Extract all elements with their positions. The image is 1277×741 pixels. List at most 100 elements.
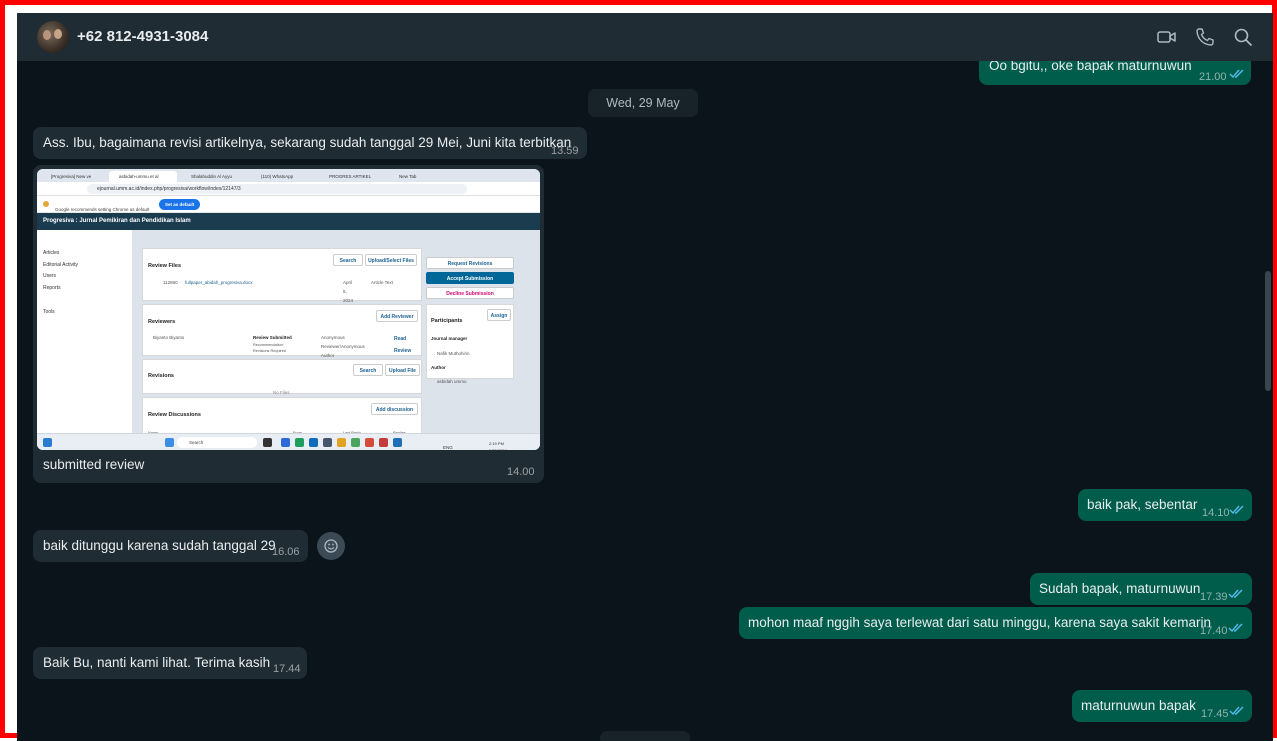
- word-icon: [393, 438, 402, 447]
- chrome-notice: Google recommends setting Chrome as defa…: [37, 196, 540, 213]
- browser-tab: asbidah-ummu et al: [109, 171, 177, 182]
- message-text: Oo bgitu,, oke bapak maturnuwun: [989, 61, 1192, 73]
- read-ticks-icon: [1229, 706, 1244, 716]
- message-bubble-incoming[interactable]: Ass. Ibu, bagaimana revisi artikelnya, s…: [33, 127, 587, 159]
- image-caption: submitted review: [43, 457, 145, 472]
- date-chip-partial: [600, 731, 690, 741]
- message-time: 21.00: [1199, 71, 1227, 83]
- upload-file-button: Upload File: [385, 364, 420, 376]
- panel-title: Participants: [431, 318, 463, 324]
- browser-tab: (110) WhatsApp: [261, 174, 294, 179]
- browser-tab: Shalahuddin Al Ayyu: [191, 174, 232, 179]
- read-ticks-icon: [1228, 589, 1243, 599]
- emoji-icon: [324, 539, 338, 553]
- upload-button: Upload/Select Files: [365, 254, 417, 266]
- reviewer-name: Biyanto Biyanto: [153, 335, 185, 340]
- chrome-icon: [351, 438, 360, 447]
- file-type: Article Text: [371, 280, 393, 285]
- image-message-bubble[interactable]: [Progresiva] New ve asbidah-ummu et al S…: [33, 165, 544, 483]
- message-bubble-outgoing[interactable]: maturnuwun bapak 17.45: [1072, 690, 1252, 722]
- participant-name: asbidah ummu: [437, 379, 467, 384]
- language-indicator: ENG: [443, 445, 453, 450]
- message-text: Ass. Ibu, bagaimana revisi artikelnya, s…: [43, 135, 572, 150]
- message-bubble-incoming[interactable]: baik ditunggu karena sudah tanggal 29 16…: [33, 530, 308, 562]
- taskbar-search: Search: [177, 437, 257, 448]
- site-header: Progresiva : Jurnal Pemikiran dan Pendid…: [37, 213, 540, 230]
- message-text: Baik Bu, nanti kami lihat. Terima kasih: [43, 655, 271, 670]
- read-ticks-icon: [1229, 69, 1244, 79]
- chat-area[interactable]: Oo bgitu,, oke bapak maturnuwun 21.00 We…: [17, 61, 1273, 741]
- task-view-icon: [263, 438, 272, 447]
- browser-tab: [Progresiva] New ve: [51, 174, 92, 179]
- accept-submission-button: Accept Submission: [426, 272, 514, 284]
- participants-panel: Participants Assign Journal manager Nafi…: [426, 304, 514, 384]
- date-chip: Wed, 29 May: [588, 89, 698, 117]
- chat-header: +62 812-4931-3084: [17, 13, 1273, 61]
- message-time: 14.10: [1202, 507, 1230, 519]
- app-icon: [323, 438, 332, 447]
- reviewers-panel: Reviewers Add Reviewer Biyanto Biyanto R…: [142, 304, 422, 358]
- message-bubble-outgoing[interactable]: Sudah bapak, maturnuwun 17.39: [1030, 573, 1252, 605]
- scrollbar[interactable]: [1265, 271, 1271, 391]
- read-ticks-icon: [1229, 505, 1244, 515]
- screenshot-image[interactable]: [Progresiva] New ve asbidah-ummu et al S…: [37, 169, 540, 450]
- browser-tab-bar: [Progresiva] New ve asbidah-ummu et al S…: [37, 169, 540, 182]
- message-text: baik ditunggu karena sudah tanggal 29: [43, 538, 276, 553]
- panel-title: Review Discussions: [148, 412, 201, 418]
- video-call-icon[interactable]: [1157, 27, 1177, 47]
- voice-call-icon[interactable]: [1195, 27, 1215, 47]
- taskbar-date: 5/29/2024: [489, 442, 507, 450]
- site-sidebar: Articles Editorial Activity Users Report…: [37, 230, 132, 433]
- message-time: 16.06: [272, 546, 300, 558]
- search-button: Search: [333, 254, 363, 266]
- app-icon: [365, 438, 374, 447]
- file-id: 112860: [163, 280, 178, 285]
- discussions-panel: Review Discussions Add discussion Name F…: [142, 397, 422, 437]
- message-time: 14.00: [507, 466, 535, 478]
- windows-start-icon: [165, 438, 174, 447]
- panel-title: Revisions: [148, 373, 174, 379]
- browser-url-bar: ejournal.umm.ac.id/index.php/progresiva/…: [37, 182, 540, 196]
- message-bubble-incoming[interactable]: Baik Bu, nanti kami lihat. Terima kasih …: [33, 647, 307, 679]
- read-ticks-icon: [1228, 623, 1243, 633]
- set-default-button: Set as default: [159, 199, 201, 210]
- search-icon[interactable]: [1233, 27, 1253, 47]
- message-time: 13.59: [551, 145, 579, 157]
- revisions-panel: Revisions Search Upload File No Files: [142, 359, 422, 395]
- chrome-logo-icon: [43, 201, 49, 207]
- decline-submission-button: Decline Submission: [426, 287, 514, 299]
- browser-tab: PROGRES ARTIKEL: [329, 174, 372, 179]
- avatar[interactable]: [37, 21, 69, 53]
- app-icon: [281, 438, 290, 447]
- reaction-button[interactable]: [317, 532, 345, 560]
- url-field: ejournal.umm.ac.id/index.php/progresiva/…: [87, 184, 467, 194]
- request-revisions-button: Request Revisions: [426, 257, 514, 269]
- site-content: Review Files Search Upload/Select Files …: [132, 230, 540, 437]
- panel-title: Review Files: [148, 263, 182, 269]
- contact-name[interactable]: +62 812-4931-3084: [77, 28, 208, 45]
- message-text: maturnuwun bapak: [1081, 698, 1196, 713]
- message-time: 17.40: [1200, 625, 1228, 637]
- windows-taskbar: Search ENG 2:19 PM 5/29/2024: [37, 433, 540, 450]
- message-text: Sudah bapak, maturnuwun: [1039, 581, 1201, 596]
- message-time: 17.39: [1200, 591, 1228, 603]
- nav-item: Reports: [43, 285, 61, 291]
- message-bubble-outgoing[interactable]: Oo bgitu,, oke bapak maturnuwun 21.00: [979, 61, 1251, 85]
- message-text: baik pak, sebentar: [1087, 497, 1198, 512]
- review-recommendation: Revisions Required: [253, 349, 286, 353]
- red-frame: +62 812-4931-3084 Oo bgitu,, oke bapak m…: [0, 0, 1277, 741]
- message-time: 17.45: [1201, 708, 1229, 720]
- add-discussion-button: Add discussion: [371, 403, 418, 415]
- message-bubble-outgoing[interactable]: mohon maaf nggih saya terlewat dari satu…: [739, 607, 1252, 639]
- folder-icon: [337, 438, 346, 447]
- widgets-icon: [43, 438, 52, 447]
- browser-tab: New Tab: [399, 174, 417, 179]
- nav-item: Tools: [43, 309, 55, 315]
- message-bubble-outgoing[interactable]: baik pak, sebentar 14.10: [1078, 489, 1252, 521]
- assign-button: Assign: [487, 309, 511, 321]
- app-icon: [379, 438, 388, 447]
- review-files-panel: Review Files Search Upload/Select Files …: [142, 248, 422, 303]
- whatsapp-window: +62 812-4931-3084 Oo bgitu,, oke bapak m…: [17, 13, 1273, 741]
- app-icon: [295, 438, 304, 447]
- review-link: Review: [394, 348, 412, 354]
